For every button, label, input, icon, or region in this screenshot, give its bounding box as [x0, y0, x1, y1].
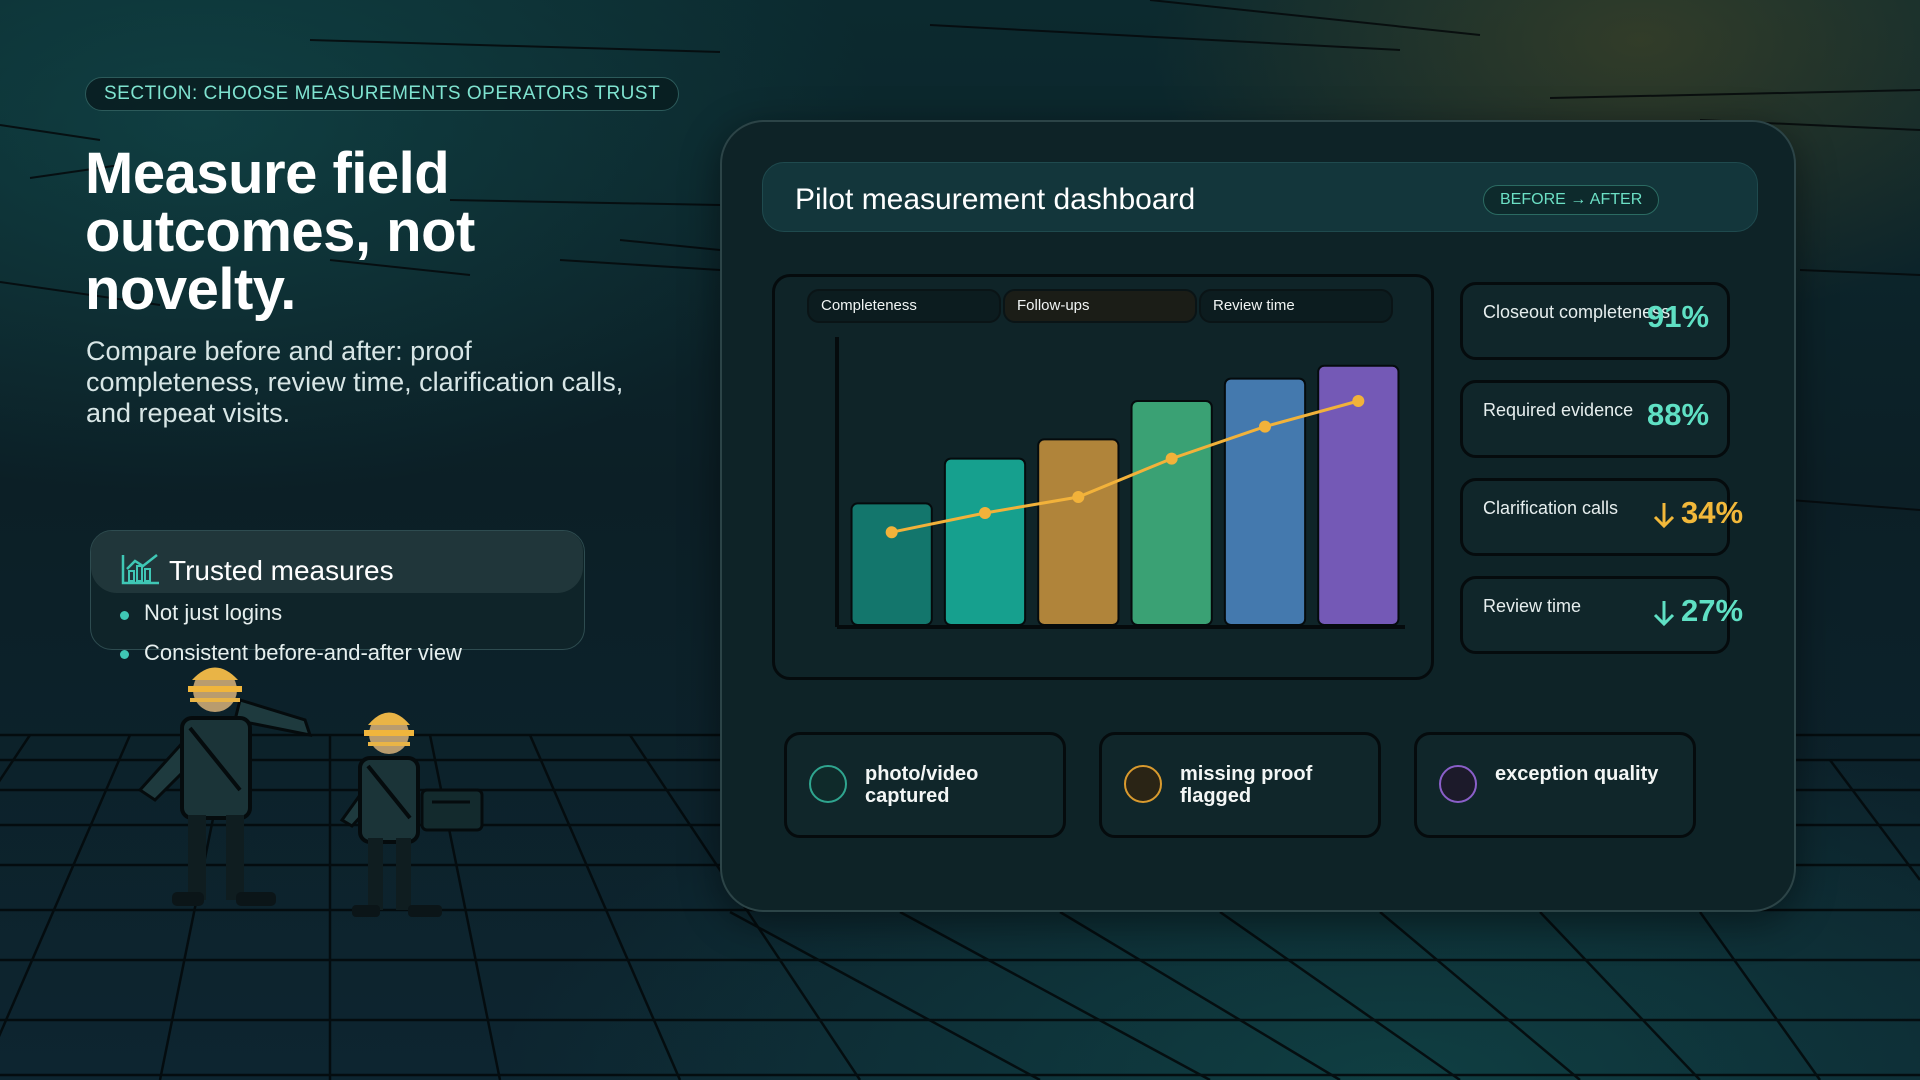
- bullet-dot: [120, 650, 129, 659]
- chart-growth-icon: [121, 553, 161, 589]
- legend-circle-icon: [1439, 765, 1477, 803]
- dashboard-header: Pilot measurement dashboard BEFORE → AFT…: [762, 162, 1758, 232]
- dashboard-panel: Pilot measurement dashboard BEFORE → AFT…: [720, 120, 1796, 912]
- down-arrow-icon: [1653, 501, 1675, 533]
- legend-card-missing-proof: missing proof flagged: [1099, 732, 1381, 838]
- legend-card-photo-video: photo/video captured: [784, 732, 1066, 838]
- chart-line-point: [1072, 491, 1085, 503]
- trusted-measures-card: Trusted measures: [90, 530, 585, 650]
- metric-label: Required evidence: [1483, 400, 1634, 420]
- section-label: SECTION: CHOOSE MEASUREMENTS OPERATORS T…: [85, 77, 680, 111]
- legend-label: photo/video captured: [865, 763, 979, 807]
- chart-bar: [943, 457, 1027, 626]
- chart-panel: Completeness Follow-ups Review time: [772, 274, 1434, 680]
- metric-card-closeout-completeness: Closeout completeness 91%: [1460, 282, 1730, 360]
- chart-line-point: [1165, 452, 1178, 465]
- worker-figure-left: [137, 667, 313, 906]
- metric-label: Closeout completeness: [1483, 302, 1671, 322]
- before-after-badge[interactable]: BEFORE → AFTER: [1483, 185, 1660, 215]
- bullet-item: Consistent before-and-after view: [144, 640, 462, 665]
- trusted-measures-title: Trusted measures: [169, 555, 394, 586]
- metric-value: 88%: [1647, 397, 1710, 432]
- legend-circle-icon: [809, 765, 847, 803]
- chart-line-point: [1259, 420, 1271, 433]
- bullet-item: Not just logins: [144, 600, 283, 625]
- metric-card-clarification-calls: Clarification calls 34%: [1460, 478, 1743, 556]
- metric-card-required-evidence: Required evidence 88%: [1460, 380, 1730, 458]
- metric-label: Clarification calls: [1483, 498, 1619, 518]
- metric-label: Review time: [1483, 596, 1582, 616]
- legend-label: exception quality: [1495, 763, 1659, 785]
- metric-card-review-time: Review time 27%: [1460, 576, 1743, 654]
- chart-bar: [1130, 400, 1213, 626]
- legend-label: missing proof flagged: [1180, 763, 1313, 807]
- bullet-dot: [120, 611, 129, 620]
- page-title: Measure field outcomes, not novelty.: [85, 141, 475, 322]
- legend-card-exception-quality: exception quality: [1414, 732, 1696, 838]
- chart-bar: [1037, 438, 1120, 626]
- metric-value: 91%: [1647, 299, 1710, 334]
- bar-line-chart: [835, 337, 1405, 629]
- legend-circle-icon: [1124, 765, 1162, 803]
- down-arrow-icon: [1653, 599, 1675, 631]
- metric-value: 27%: [1681, 593, 1744, 628]
- chart-line-point: [979, 507, 991, 519]
- chart-line-point: [885, 526, 898, 539]
- page-subtitle: Compare before and after: proof complete…: [86, 336, 624, 428]
- chart-line-point: [1352, 395, 1365, 407]
- dashboard-title: Pilot measurement dashboard: [795, 183, 1196, 216]
- metric-value: 34%: [1681, 495, 1744, 530]
- chart-bar: [1223, 377, 1307, 626]
- chart-bar: [850, 502, 933, 626]
